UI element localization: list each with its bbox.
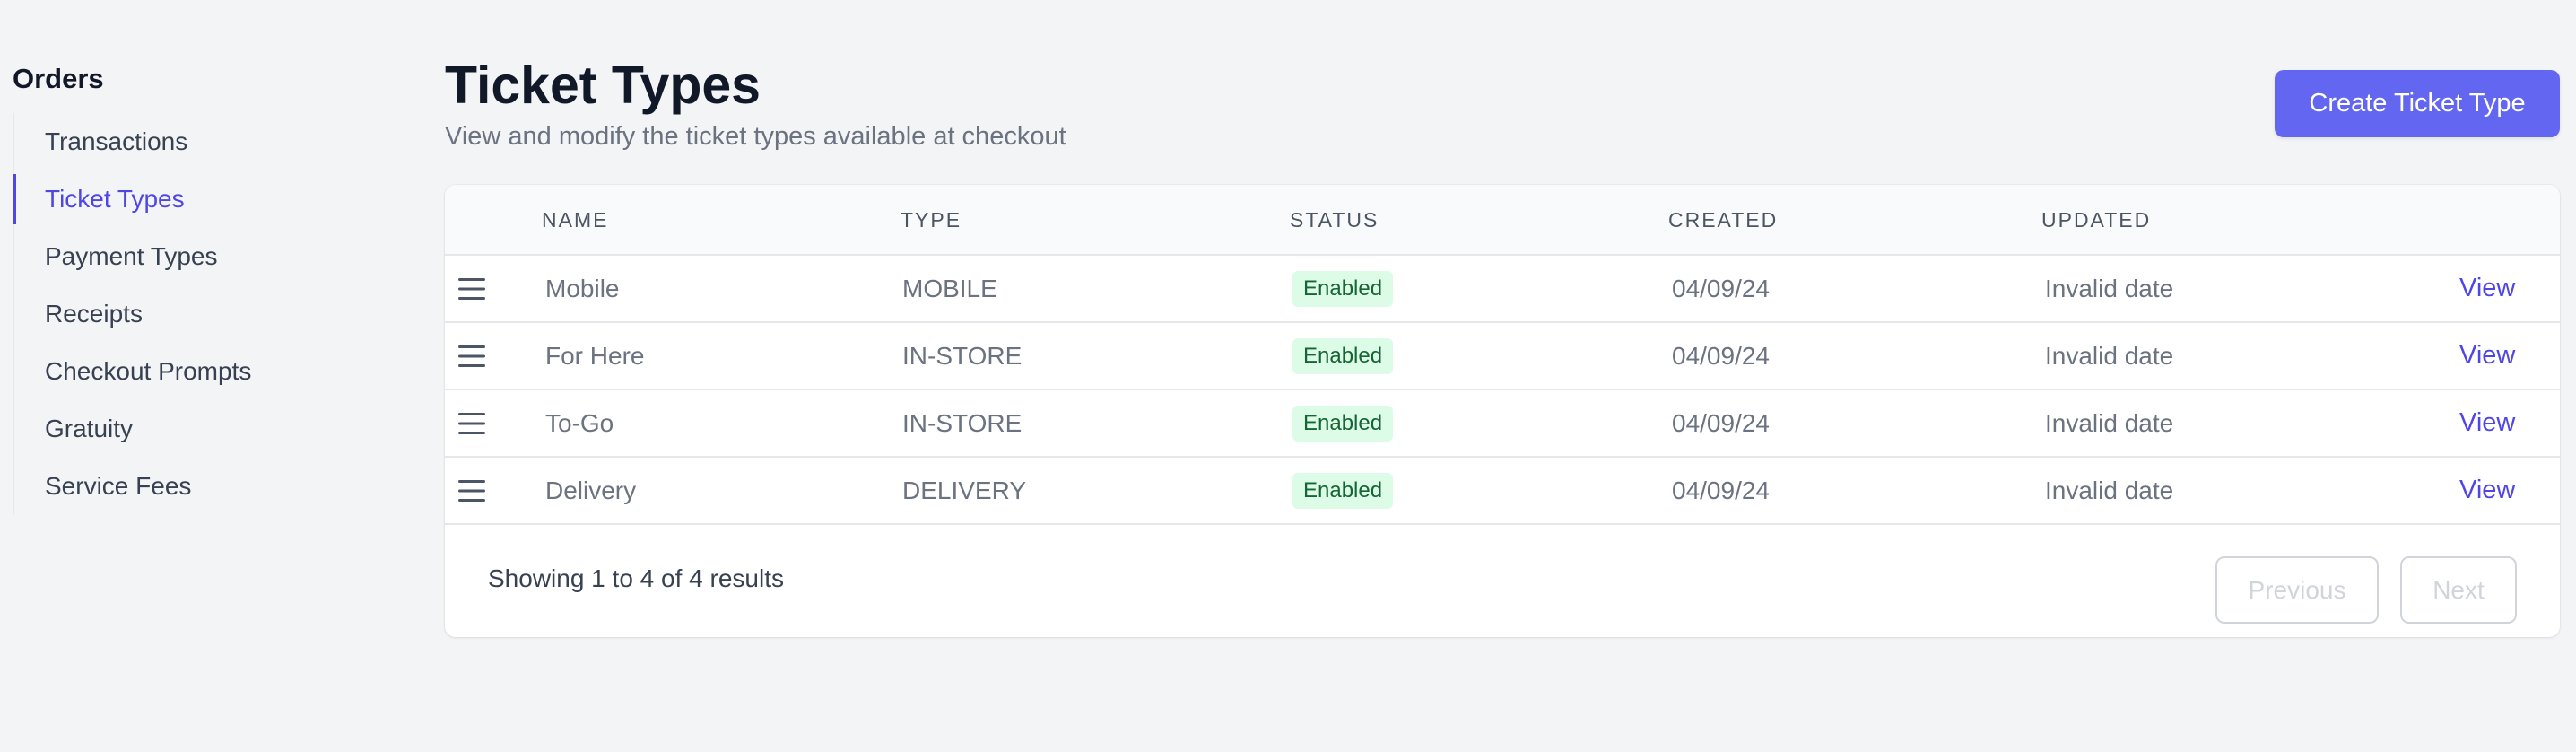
column-header-name: Name xyxy=(542,208,609,232)
status-badge: Enabled xyxy=(1292,270,1394,307)
pagination: Showing 1 to 4 of 4 results Previous Nex… xyxy=(445,525,2560,637)
column-header-updated: Updated xyxy=(2041,208,2152,232)
cell-status: Enabled xyxy=(1292,390,1394,456)
cell-updated: Invalid date xyxy=(2045,408,2174,437)
table-row: To-Go IN-STORE Enabled 04/09/24 Invalid … xyxy=(445,390,2560,458)
cell-updated: Invalid date xyxy=(2045,341,2174,370)
column-header-created: Created xyxy=(1668,208,1779,232)
page-subtitle: View and modify the ticket types availab… xyxy=(445,122,1066,151)
view-link[interactable]: View xyxy=(2459,476,2515,505)
ticket-types-table: Name Type Status Created Updated Mobile … xyxy=(445,185,2560,637)
cell-type: IN-STORE xyxy=(902,341,1023,370)
cell-created: 04/09/24 xyxy=(1672,341,1770,370)
table-row: For Here IN-STORE Enabled 04/09/24 Inval… xyxy=(445,323,2560,390)
cell-created: 04/09/24 xyxy=(1672,408,1770,437)
sidebar-nav: Transactions Ticket Types Payment Types … xyxy=(13,113,371,515)
cell-type: MOBILE xyxy=(902,274,997,302)
table-header: Name Type Status Created Updated xyxy=(445,185,2560,256)
column-header-status: Status xyxy=(1290,208,1379,232)
sidebar-item-transactions[interactable]: Transactions xyxy=(14,113,371,171)
column-header-type: Type xyxy=(901,208,962,232)
table-row: Mobile MOBILE Enabled 04/09/24 Invalid d… xyxy=(445,256,2560,323)
table-row: Delivery DELIVERY Enabled 04/09/24 Inval… xyxy=(445,458,2560,525)
cell-action: View xyxy=(2459,458,2515,523)
cell-name: To-Go xyxy=(545,408,614,437)
view-link[interactable]: View xyxy=(2459,341,2515,371)
status-badge: Enabled xyxy=(1292,472,1394,509)
cell-updated: Invalid date xyxy=(2045,274,2174,302)
cell-status: Enabled xyxy=(1292,256,1394,321)
cell-created: 04/09/24 xyxy=(1672,476,1770,504)
sidebar-item-gratuity[interactable]: Gratuity xyxy=(14,400,371,458)
cell-status: Enabled xyxy=(1292,323,1394,389)
sidebar-item-ticket-types[interactable]: Ticket Types xyxy=(13,171,371,228)
cell-action: View xyxy=(2459,323,2515,389)
drag-handle-icon[interactable] xyxy=(457,275,486,302)
cell-type: IN-STORE xyxy=(902,408,1023,437)
next-button[interactable]: Next xyxy=(2400,556,2517,624)
drag-handle-icon[interactable] xyxy=(457,410,486,437)
cell-status: Enabled xyxy=(1292,458,1394,523)
cell-created: 04/09/24 xyxy=(1672,274,1770,302)
status-badge: Enabled xyxy=(1292,337,1394,374)
sidebar-item-receipts[interactable]: Receipts xyxy=(14,285,371,343)
view-link[interactable]: View xyxy=(2459,274,2515,303)
drag-handle-icon[interactable] xyxy=(457,477,486,504)
status-badge: Enabled xyxy=(1292,405,1394,442)
cell-updated: Invalid date xyxy=(2045,476,2174,504)
page-title: Ticket Types xyxy=(445,56,761,115)
sidebar: Orders Transactions Ticket Types Payment… xyxy=(13,59,389,515)
cell-type: DELIVERY xyxy=(902,476,1026,504)
drag-handle-icon[interactable] xyxy=(457,343,486,370)
view-link[interactable]: View xyxy=(2459,408,2515,438)
sidebar-item-service-fees[interactable]: Service Fees xyxy=(14,458,371,515)
sidebar-item-payment-types[interactable]: Payment Types xyxy=(14,228,371,285)
sidebar-item-checkout-prompts[interactable]: Checkout Prompts xyxy=(14,343,371,400)
cell-name: Mobile xyxy=(545,274,620,302)
results-count: Showing 1 to 4 of 4 results xyxy=(488,564,784,592)
sidebar-title: Orders xyxy=(13,63,104,94)
cell-name: Delivery xyxy=(545,476,637,504)
create-ticket-type-button[interactable]: Create Ticket Type xyxy=(2275,70,2560,137)
cell-name: For Here xyxy=(545,341,645,370)
cell-action: View xyxy=(2459,256,2515,321)
cell-action: View xyxy=(2459,390,2515,456)
previous-button[interactable]: Previous xyxy=(2215,556,2379,624)
